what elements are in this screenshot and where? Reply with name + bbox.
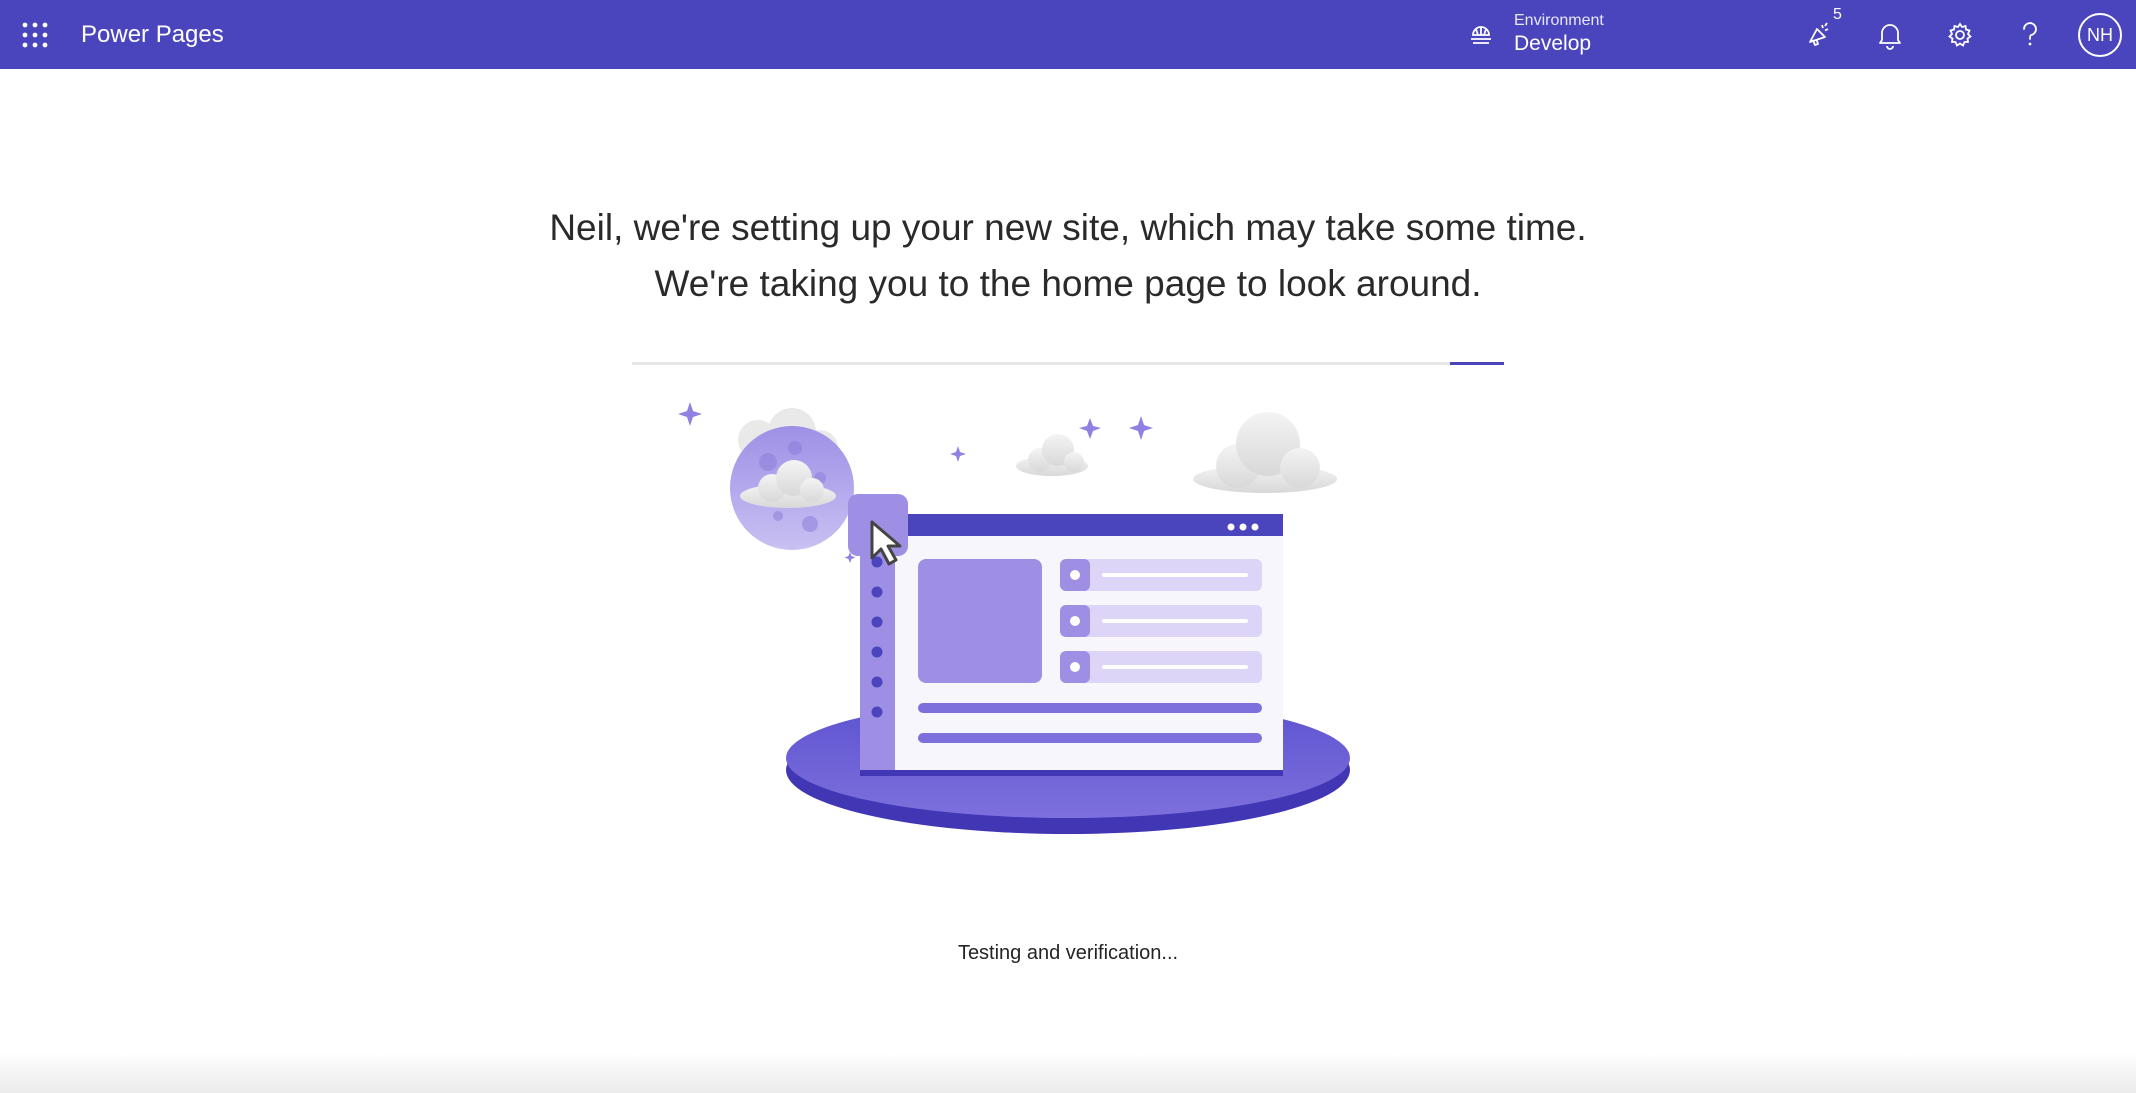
whats-new-count-badge: 5 [1833,6,1842,23]
environment-label: Environment [1514,12,1604,29]
top-bar: Power Pages Environment Develop 5 NH [0,0,2136,69]
bell-icon [1879,24,1901,50]
environment-picker[interactable]: Environment Develop [1466,8,1604,60]
headline-line-1: Neil, we're setting up your new site, wh… [549,207,1587,248]
progress-indicator [1450,362,1504,365]
progress-bar [632,362,1504,365]
app-name[interactable]: Power Pages [81,20,224,50]
help-button[interactable] [2009,14,2051,56]
environment-value: Develop [1514,32,1592,55]
help-icon [2023,22,2037,46]
environment-icon [1471,26,1491,44]
status-text: Testing and verification... [957,942,1179,964]
gear-icon [1948,22,1972,47]
page-headline: Neil, we're setting up your new site, wh… [368,200,1768,312]
notifications-button[interactable] [1869,14,1911,56]
headline-line-2: We're taking you to the home page to loo… [654,263,1482,304]
app-launcher-icon[interactable] [20,20,50,50]
avatar[interactable]: NH [2078,13,2122,57]
site-setup-illustration [678,402,1350,834]
settings-button[interactable] [1939,14,1981,56]
bottom-shade [0,1053,2136,1093]
megaphone-icon [1809,22,1829,46]
